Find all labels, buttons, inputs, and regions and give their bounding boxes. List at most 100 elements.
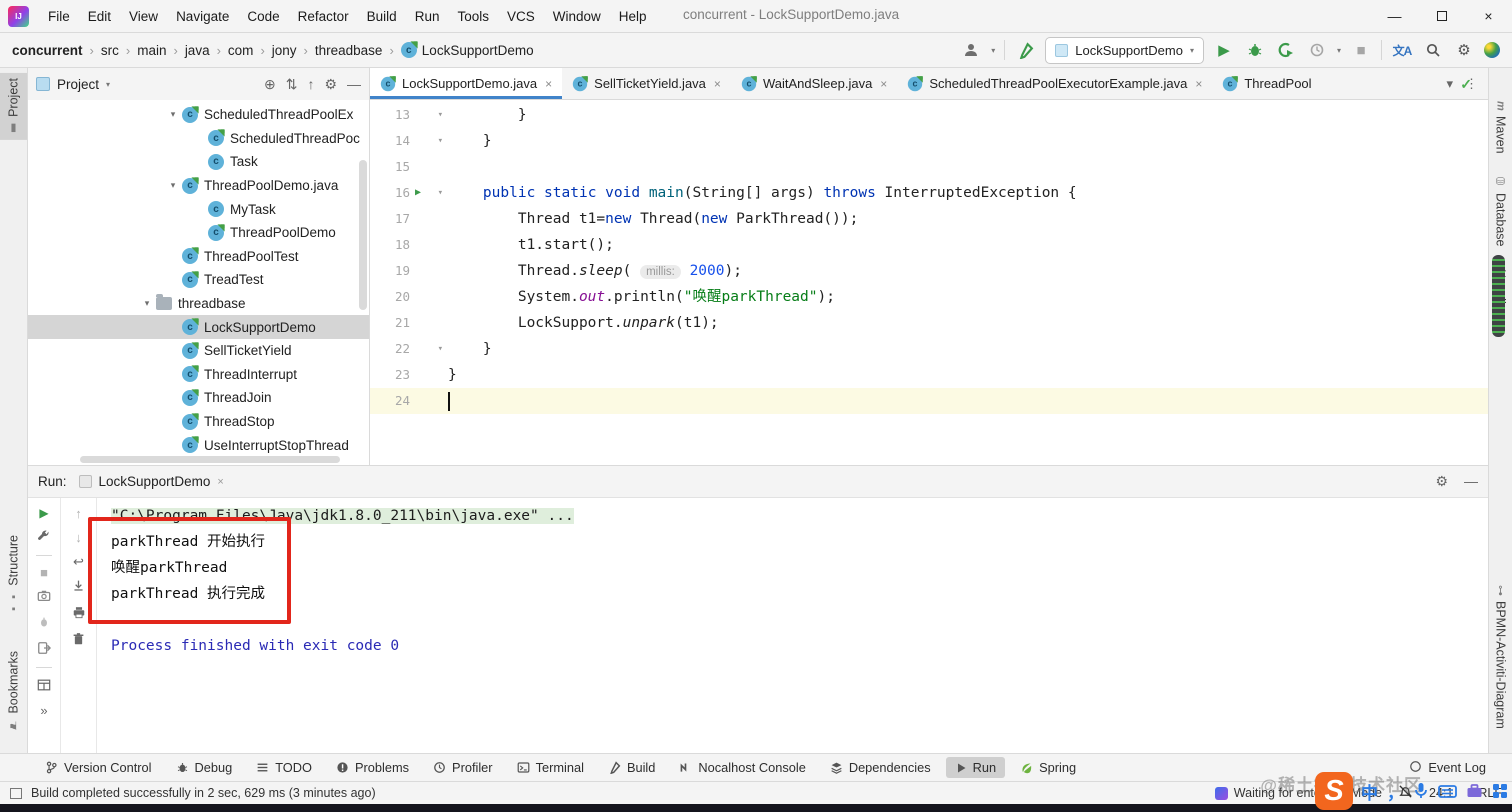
menu-navigate[interactable]: Navigate [167,5,238,28]
tree-item-locksupportdemo[interactable]: c LockSupportDemo [28,315,369,339]
tree-chevron-icon[interactable]: ▾ [164,180,182,191]
tree-item-threadpooltest[interactable]: c ThreadPoolTest [28,245,369,269]
user-account-icon[interactable] [960,39,982,61]
toolwindow-button-spring[interactable]: Spring [1011,757,1085,778]
tab-close-icon[interactable]: × [545,77,552,91]
tree-item-threadpooldemo.java[interactable]: ▾ c ThreadPoolDemo.java [28,174,369,198]
tree-item-task[interactable]: c Task [28,150,369,174]
breadcrumb-item[interactable]: java [185,43,210,58]
tree-item-scheduledthreadpoc[interactable]: c ScheduledThreadPoc [28,127,369,151]
editor-tab[interactable]: c ThreadPool [1212,68,1321,99]
code-line[interactable]: 14 ▾ } [370,128,1488,154]
line-number[interactable]: 15 [370,154,410,180]
editor-tab[interactable]: c LockSupportDemo.java × [370,68,563,99]
hide-panel-button[interactable]: — [347,76,361,92]
ime-keyboard-icon[interactable] [1438,784,1457,799]
collapse-all-button[interactable]: ↑ [307,76,314,92]
expand-all-button[interactable]: ⇅ [286,76,298,93]
minimize-button[interactable]: — [1371,0,1418,33]
editor-scrollbar-thumb[interactable] [1492,255,1505,337]
code-line[interactable]: 17 Thread t1=new Thread(new ParkThread()… [370,206,1488,232]
tree-item-threadjoin[interactable]: c ThreadJoin [28,386,369,410]
tree-chevron-icon[interactable]: ▾ [138,298,156,309]
tab-close-icon[interactable]: × [880,77,887,91]
scroll-down-icon[interactable]: ↓ [75,531,82,544]
tab-close-icon[interactable]: × [1195,77,1202,91]
scroll-up-icon[interactable]: ↑ [75,507,82,520]
maximize-button[interactable] [1418,0,1465,33]
stripe-structure-button[interactable]: ▪▪ Structure [0,530,27,620]
build-hammer-icon[interactable] [1014,39,1036,61]
menu-window[interactable]: Window [544,5,610,28]
code-line[interactable]: 16 ▶ ▾ public static void main(String[] ar… [370,180,1488,206]
search-everywhere-icon[interactable] [1422,39,1444,61]
toolwindow-button-build[interactable]: Build [599,757,664,778]
project-horizontal-scrollbar[interactable] [80,456,340,463]
line-number[interactable]: 17 [370,206,410,232]
run-tab-close-icon[interactable]: × [217,476,223,488]
code-editor[interactable]: 13 ▾ } 14 ▾ } 15 16 ▶ ▾ public static void main… [370,100,1488,465]
tree-item-treadtest[interactable]: c TreadTest [28,268,369,292]
editor-tab[interactable]: c WaitAndSleep.java × [731,68,897,99]
debug-button[interactable] [1244,39,1266,61]
run-tab[interactable]: LockSupportDemo × [78,474,224,489]
profiler-dropdown-icon[interactable]: ▾ [1337,46,1341,55]
project-panel-title[interactable]: Project [57,77,99,92]
project-view-dropdown-icon[interactable]: ▾ [106,80,110,89]
inspections-ok-icon[interactable]: ✓ [1460,76,1472,93]
settings-gear-icon[interactable]: ⚙ [1453,39,1475,61]
stop-process-button[interactable]: ■ [40,566,48,579]
restart-debug-icon[interactable] [37,615,51,631]
menu-help[interactable]: Help [610,5,656,28]
ime-grid-icon[interactable] [1492,783,1508,799]
tree-item-threadstop[interactable]: c ThreadStop [28,410,369,434]
stripe-maven-button[interactable]: m Maven [1489,96,1512,158]
line-number[interactable]: 20 [370,284,410,310]
stripe-bpmn-button[interactable]: ⊶ BPMN-Activiti-Diagram [1489,580,1512,734]
code-line[interactable]: 22 ▾ } [370,336,1488,362]
exit-devmode-icon[interactable] [37,641,52,657]
fold-marker-icon[interactable]: ▾ [438,180,443,206]
run-button[interactable]: ▶ [1213,39,1235,61]
menu-edit[interactable]: Edit [79,5,120,28]
thread-dump-camera-icon[interactable] [37,589,51,605]
code-line[interactable]: 18 t1.start(); [370,232,1488,258]
ime-chinese-mode-icon[interactable]: 中 [1361,779,1378,804]
menu-vcs[interactable]: VCS [498,5,544,28]
ime-toolbox-icon[interactable] [1466,783,1483,799]
stop-button[interactable]: ■ [1350,39,1372,61]
menu-run[interactable]: Run [406,5,449,28]
code-line[interactable]: 23} [370,362,1488,388]
breadcrumb-item[interactable]: jony [272,43,297,58]
breadcrumb-item[interactable]: com [228,43,254,58]
line-number[interactable]: 13 [370,102,410,128]
code-line[interactable]: 19 Thread.sleep( millis: 2000); [370,258,1488,284]
ime-microphone-icon[interactable] [1413,782,1429,800]
run-console-output[interactable]: "C:\Program Files\Java\jdk1.8.0_211\bin\… [97,498,1488,753]
code-line[interactable]: 21 LockSupport.unpark(t1); [370,310,1488,336]
coverage-button[interactable] [1275,39,1297,61]
profiler-button[interactable] [1306,39,1328,61]
toolwindow-button-nocalhost-console[interactable]: Nocalhost Console [670,757,814,778]
toolwindow-switcher-icon[interactable] [10,787,22,799]
line-number[interactable]: 23 [370,362,410,388]
scroll-to-end-icon[interactable] [72,579,85,594]
breadcrumb-item[interactable]: main [137,43,166,58]
line-number[interactable]: 16 [370,180,410,206]
tree-item-mytask[interactable]: c MyTask [28,197,369,221]
plugin-sphere-icon[interactable] [1484,42,1500,58]
panel-settings-gear-icon[interactable]: ⚙ [324,76,337,93]
breadcrumb-item[interactable]: threadbase [315,43,383,58]
rerun-button[interactable]: ▶ [39,507,48,519]
menu-code[interactable]: Code [238,5,288,28]
project-vertical-scrollbar[interactable] [359,160,367,310]
toolwindow-button-profiler[interactable]: Profiler [424,757,502,778]
menu-refactor[interactable]: Refactor [289,5,358,28]
hidden-tabs-chevron-icon[interactable]: ▾ [1446,76,1453,92]
code-line[interactable]: 13 ▾ } [370,102,1488,128]
tree-item-sellticketyield[interactable]: c SellTicketYield [28,339,369,363]
tree-item-threadbase[interactable]: ▾ threadbase [28,292,369,316]
breadcrumb-class[interactable]: c LockSupportDemo [400,42,534,58]
run-configuration-select[interactable]: LockSupportDemo ▾ [1045,36,1204,64]
line-number[interactable]: 19 [370,258,410,284]
